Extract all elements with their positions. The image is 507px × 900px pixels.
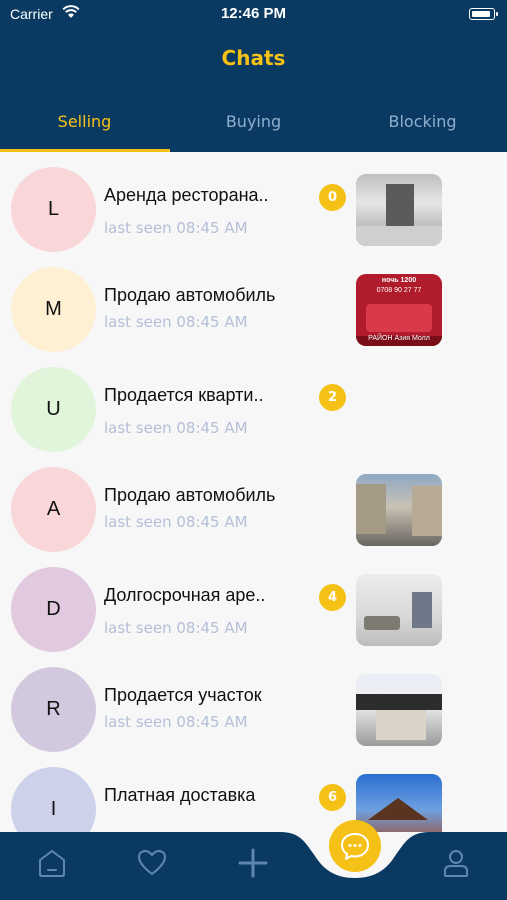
chat-row[interactable]: D Долгосрочная аре.. last seen 08:45 AM … <box>0 552 507 652</box>
avatar: A <box>11 467 96 552</box>
plus-icon[interactable] <box>236 846 270 880</box>
tab-buying[interactable]: Buying <box>169 100 338 152</box>
last-seen-text: last seen 08:45 AM <box>104 313 248 331</box>
unread-badge: 4 <box>319 584 346 611</box>
status-time: 12:46 PM <box>220 5 287 22</box>
listing-thumbnail[interactable]: ночь 1200 0708 90 27 77 РАЙОН Азия Молл <box>356 274 442 346</box>
chat-list[interactable]: L Аренда ресторана.. last seen 08:45 AM … <box>0 152 507 832</box>
chat-row[interactable]: L Аренда ресторана.. last seen 08:45 AM … <box>0 152 507 252</box>
avatar: I <box>11 767 96 832</box>
chat-title: Продается участок <box>104 685 262 705</box>
heart-icon[interactable] <box>135 846 169 880</box>
profile-icon[interactable] <box>439 846 473 880</box>
page-title: Chats <box>221 46 286 70</box>
chat-title: Платная доставка <box>104 785 256 805</box>
header-bar: Carrier 12:46 PM Chats Selling Buying Bl… <box>0 0 507 152</box>
avatar: U <box>11 367 96 452</box>
unread-badge: 0 <box>319 184 346 211</box>
last-seen-text: last seen 08:45 AM <box>104 713 248 731</box>
avatar: L <box>11 167 96 252</box>
chat-row[interactable]: U Продается кварти.. last seen 08:45 AM … <box>0 352 507 452</box>
chat-row[interactable]: I Платная доставка 6 <box>0 752 507 832</box>
chat-title: Продаю автомобиль <box>104 285 276 305</box>
chat-title: Аренда ресторана.. <box>104 185 269 205</box>
last-seen-text: last seen 08:45 AM <box>104 513 248 531</box>
listing-thumbnail[interactable] <box>356 474 442 546</box>
thumbnail-caption: ночь 1200 <box>381 277 417 284</box>
thumbnail-caption: 0708 90 27 77 <box>376 287 422 294</box>
last-seen-text: last seen 08:45 AM <box>104 619 248 637</box>
tab-bar: Selling Buying Blocking <box>0 100 507 152</box>
last-seen-text: last seen 08:45 AM <box>104 219 248 237</box>
listing-thumbnail[interactable] <box>356 174 442 246</box>
battery-icon <box>469 8 498 20</box>
chat-row[interactable]: R Продается участок last seen 08:45 AM <box>0 652 507 752</box>
avatar: R <box>11 667 96 752</box>
unread-badge: 2 <box>319 384 346 411</box>
tab-selling[interactable]: Selling <box>0 100 169 152</box>
avatar: M <box>11 267 96 352</box>
listing-thumbnail[interactable] <box>356 574 442 646</box>
chat-row[interactable]: A Продаю автомобиль last seen 08:45 AM <box>0 452 507 552</box>
chat-title: Продается кварти.. <box>104 385 264 405</box>
tab-blocking[interactable]: Blocking <box>338 100 507 152</box>
chat-row[interactable]: M Продаю автомобиль last seen 08:45 AM н… <box>0 252 507 352</box>
chat-icon <box>341 833 369 860</box>
chat-title: Продаю автомобиль <box>104 485 276 505</box>
home-icon[interactable] <box>35 846 69 880</box>
chat-fab-button[interactable] <box>329 820 381 872</box>
thumbnail-caption: РАЙОН Азия Молл <box>368 335 430 342</box>
listing-thumbnail[interactable] <box>356 674 442 746</box>
status-bar: Carrier 12:46 PM <box>0 0 507 30</box>
unread-badge: 6 <box>319 784 346 811</box>
chat-title: Долгосрочная аре.. <box>104 585 266 605</box>
last-seen-text: last seen 08:45 AM <box>104 419 248 437</box>
avatar: D <box>11 567 96 652</box>
bottom-nav <box>0 832 507 900</box>
